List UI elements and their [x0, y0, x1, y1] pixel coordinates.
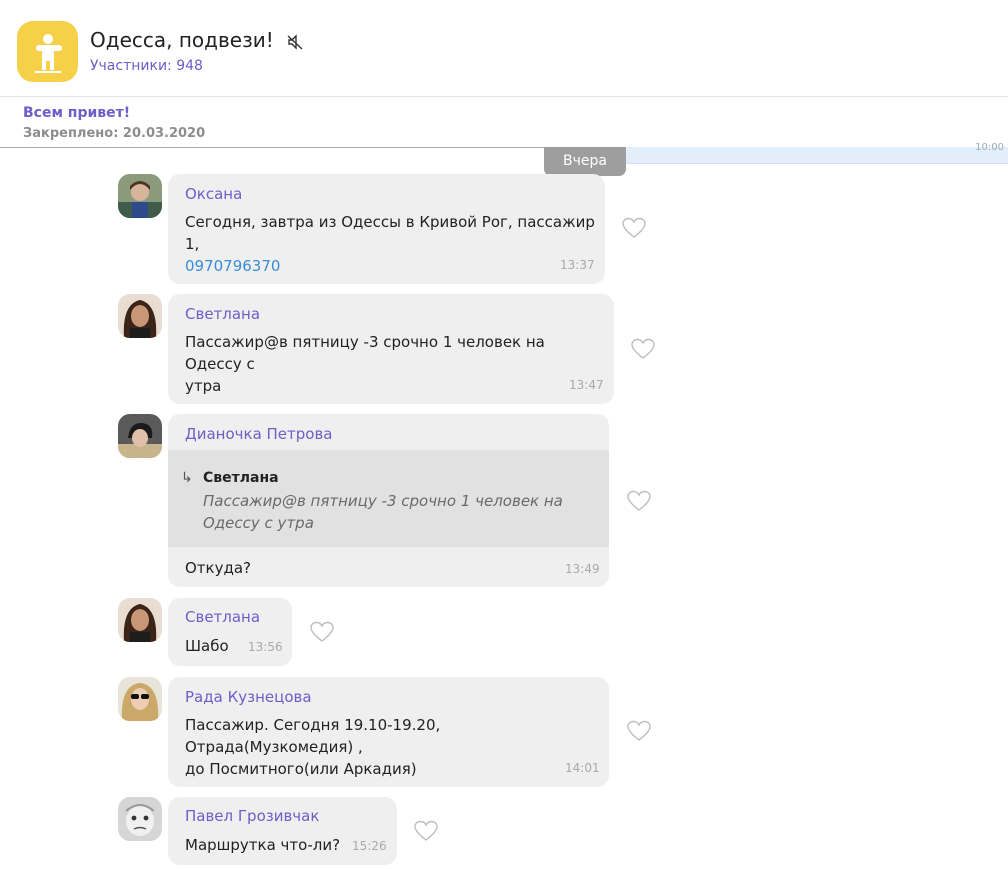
avatar[interactable] [118, 414, 162, 458]
message-bubble[interactable]: Рада Кузнецова Пассажир. Сегодня 19.10-1… [168, 677, 609, 787]
avatar[interactable] [118, 677, 162, 721]
overlapping-message-strip: 10:00 [626, 142, 1008, 164]
message-text: Пассажир. Сегодня 19.10-19.20, Отрада(Му… [185, 714, 605, 780]
message-text: Пассажир@в пятницу -3 срочно 1 человек н… [185, 331, 605, 397]
reply-arrow-icon: ↳ [181, 470, 193, 486]
sender-name[interactable]: Дианочка Петрова [185, 425, 333, 443]
message-time: 13:56 [248, 640, 283, 654]
message-text: Маршрутка что-ли? [185, 836, 341, 854]
quote-text: Пассажир@в пятницу -3 срочно 1 человек н… [203, 490, 593, 534]
message-bubble[interactable]: Дианочка Петрова ↳ Светлана Пассажир@в п… [168, 414, 609, 587]
avatar[interactable] [118, 797, 162, 841]
chat-header: Одесса, подвези! Участники: 948 [0, 0, 1008, 97]
reply-quote[interactable]: ↳ Светлана Пассажир@в пятницу -3 срочно … [168, 450, 609, 547]
sender-name[interactable]: Светлана [185, 608, 260, 626]
message-text-line: Пассажир. Сегодня 19.10-19.20, Отрада(Му… [185, 716, 441, 756]
quote-text-line: Пассажир@в пятницу -3 срочно 1 человек н… [203, 492, 563, 510]
heart-icon[interactable] [627, 490, 651, 512]
chat-window: Одесса, подвези! Участники: 948 Всем при… [0, 0, 1008, 869]
pinned-title: Всем привет! [23, 105, 131, 121]
message-text-line: Сегодня, завтра из Одессы в Кривой Рог, … [185, 213, 595, 253]
sender-name[interactable]: Оксана [185, 185, 242, 203]
avatar[interactable] [118, 598, 162, 642]
message-time: 13:49 [565, 562, 600, 576]
user-photo-icon [118, 294, 162, 338]
avatar[interactable] [118, 294, 162, 338]
chat-title-text: Одесса, подвези! [90, 28, 274, 52]
user-photo-icon [118, 797, 162, 841]
mute-icon[interactable] [286, 33, 304, 51]
message-text: Сегодня, завтра из Одессы в Кривой Рог, … [185, 211, 595, 277]
message-bubble[interactable]: Светлана Пассажир@в пятницу -3 срочно 1 … [168, 294, 614, 404]
user-photo-icon [118, 414, 162, 458]
user-photo-icon [118, 174, 162, 218]
message-bubble[interactable]: Павел Грозивчак Маршрутка что-ли? 15:26 [168, 797, 397, 865]
members-count[interactable]: Участники: 948 [90, 58, 203, 74]
date-separator: Вчера [544, 147, 626, 176]
chat-title[interactable]: Одесса, подвези! [90, 28, 304, 52]
message-text-line: до Посмитного(или Аркадия) [185, 760, 417, 778]
quote-text-line: Одессу с утра [203, 514, 314, 532]
pinned-message[interactable]: Всем привет! Закреплено: 20.03.2020 [0, 97, 1008, 148]
user-photo-icon [118, 598, 162, 642]
message-time: 15:26 [352, 839, 387, 853]
pinned-date: Закреплено: 20.03.2020 [23, 126, 206, 141]
heart-icon[interactable] [414, 820, 438, 842]
message-time: 13:47 [569, 378, 604, 392]
avatar[interactable] [118, 174, 162, 218]
message-text: Откуда? [185, 559, 252, 577]
sender-name[interactable]: Светлана [185, 305, 260, 323]
heart-icon[interactable] [627, 720, 651, 742]
message-time: 14:01 [565, 761, 600, 775]
message-text: Шабо [185, 637, 229, 655]
heart-icon[interactable] [631, 338, 655, 360]
message-text-line: Пассажир@в пятницу -3 срочно 1 человек н… [185, 333, 545, 373]
heart-icon[interactable] [310, 621, 334, 643]
sender-name[interactable]: Павел Грозивчак [185, 807, 319, 825]
message-bubble[interactable]: Оксана Сегодня, завтра из Одессы в Криво… [168, 174, 605, 284]
heart-icon[interactable] [622, 217, 646, 239]
message-bubble[interactable]: Светлана Шабо 13:56 [168, 598, 292, 666]
message-time: 13:37 [560, 258, 595, 272]
quote-sender: Светлана [203, 470, 279, 486]
hitchhiker-icon [34, 33, 62, 73]
message-text-line: утра [185, 377, 222, 395]
user-photo-icon [118, 677, 162, 721]
phone-link[interactable]: 0970796370 [185, 257, 280, 275]
strip-time: 10:00 [975, 142, 1004, 153]
group-avatar[interactable] [17, 21, 78, 82]
sender-name[interactable]: Рада Кузнецова [185, 688, 312, 706]
